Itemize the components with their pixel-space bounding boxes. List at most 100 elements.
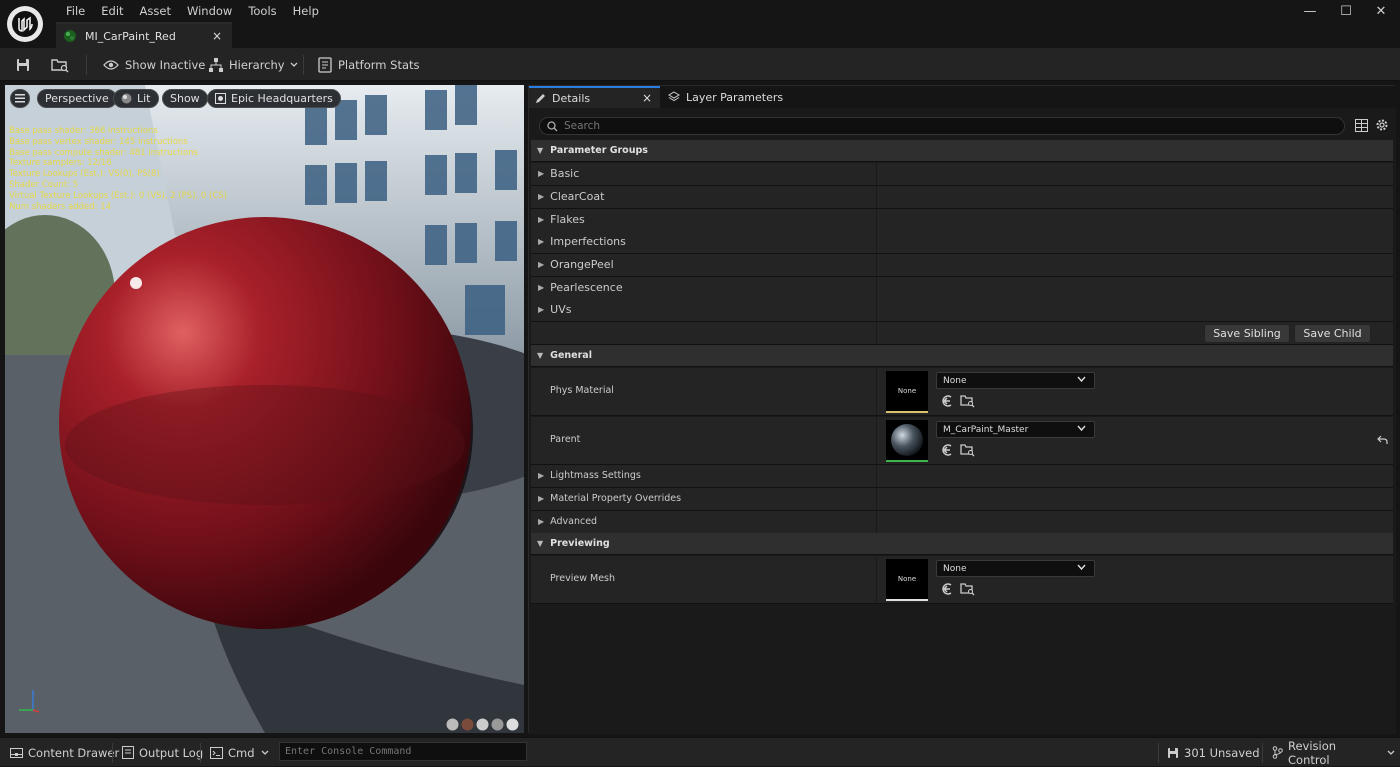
collapsed-triangle-icon: ▶: [538, 215, 545, 225]
general-header[interactable]: ▼ General: [531, 345, 1393, 367]
layers-icon: [668, 91, 680, 103]
browse-folder-icon[interactable]: [960, 443, 975, 460]
stats-line: Base pass compute shader: 481 instructio…: [9, 147, 199, 158]
menu-help[interactable]: Help: [285, 3, 327, 19]
save-child-button[interactable]: Save Child: [1294, 324, 1371, 343]
save-button[interactable]: [15, 48, 37, 81]
material-preview-viewport[interactable]: Perspective Lit Show Epic Headquarters B…: [5, 85, 524, 733]
group-label: Flakes: [550, 213, 585, 227]
previewing-header[interactable]: ▼ Previewing: [531, 533, 1393, 555]
material-property-overrides-label: Material Property Overrides: [550, 493, 682, 505]
toolbar-divider: [86, 55, 87, 75]
sphere-shape-icon[interactable]: [461, 718, 474, 733]
group-row-uvs[interactable]: ▶ UVs: [531, 299, 1393, 322]
menu-bar: File Edit Asset Window Tools Help: [58, 3, 327, 19]
content-drawer-button[interactable]: Content Drawer: [10, 738, 119, 767]
menu-tools[interactable]: Tools: [240, 3, 284, 19]
cylinder-shape-icon[interactable]: [446, 718, 459, 733]
asset-tab[interactable]: MI_CarPaint_Red ×: [56, 22, 232, 48]
reset-to-default-icon[interactable]: [1377, 435, 1388, 448]
search-input[interactable]: [564, 120, 1264, 132]
group-row-clearcoat[interactable]: ▶ ClearCoat: [531, 186, 1393, 209]
revision-control-button[interactable]: Revision Control: [1272, 738, 1400, 767]
asset-tab-label: MI_CarPaint_Red: [85, 29, 176, 43]
show-button[interactable]: Show: [162, 89, 208, 108]
use-selected-icon[interactable]: [940, 394, 954, 411]
teapot-shape-icon[interactable]: [506, 718, 519, 733]
asset-tab-close-icon[interactable]: ×: [212, 29, 222, 43]
cube-shape-icon[interactable]: [491, 718, 504, 733]
perspective-button[interactable]: Perspective: [37, 89, 117, 108]
advanced-row[interactable]: ▶ Advanced: [531, 511, 1393, 534]
preview-mesh-actions: [940, 582, 975, 599]
cmd-button[interactable]: Cmd: [210, 738, 274, 767]
settings-gear-icon[interactable]: [1375, 118, 1389, 132]
browse-folder-icon[interactable]: [960, 582, 975, 599]
column-divider: [876, 231, 877, 253]
viewport-options-button[interactable]: [10, 89, 30, 108]
parameter-groups-header[interactable]: ▼ Parameter Groups: [531, 140, 1393, 162]
menu-window[interactable]: Window: [179, 3, 240, 19]
menu-edit[interactable]: Edit: [93, 3, 131, 19]
unsaved-count-label: 301 Unsaved: [1184, 745, 1260, 760]
status-divider: [200, 743, 201, 763]
preview-mesh-dropdown[interactable]: None: [936, 560, 1095, 577]
use-selected-icon[interactable]: [940, 582, 954, 599]
content-drawer-label: Content Drawer: [28, 745, 120, 760]
platform-stats-button[interactable]: Platform Stats: [318, 48, 420, 81]
toolbar-divider: [303, 55, 304, 75]
group-row-orangepeel[interactable]: ▶ OrangePeel: [531, 254, 1393, 277]
material-property-overrides-row[interactable]: ▶ Material Property Overrides: [531, 488, 1393, 511]
browse-folder-icon[interactable]: [960, 394, 975, 411]
group-row-basic[interactable]: ▶ Basic: [531, 163, 1393, 186]
parent-value: M_CarPaint_Master: [943, 424, 1029, 435]
plane-shape-icon[interactable]: [476, 718, 489, 733]
shader-stats-overlay: Base pass shader: 366 instructions Base …: [9, 126, 227, 212]
menu-file[interactable]: File: [58, 3, 93, 19]
preview-shape-selector: [446, 718, 519, 733]
tab-details-close-icon[interactable]: ×: [642, 91, 652, 105]
unreal-logo-icon[interactable]: [7, 6, 43, 42]
details-search-box[interactable]: [539, 117, 1345, 135]
tab-details[interactable]: Details ×: [529, 86, 660, 108]
column-divider: [876, 556, 877, 603]
hierarchy-button[interactable]: Hierarchy: [209, 48, 304, 81]
maximize-button[interactable]: ☐: [1331, 2, 1361, 20]
column-divider: [876, 299, 877, 321]
phys-material-dropdown[interactable]: None: [936, 372, 1095, 389]
tab-layer-parameters-label: Layer Parameters: [686, 90, 784, 104]
minimize-button[interactable]: —: [1295, 2, 1325, 20]
column-divider: [876, 368, 877, 415]
console-command-input[interactable]: [279, 742, 527, 761]
output-log-button[interactable]: Output Log: [122, 738, 203, 767]
unsaved-assets-button[interactable]: 301 Unsaved: [1167, 738, 1260, 767]
save-buttons-row: Save Sibling Save Child: [531, 322, 1393, 345]
use-selected-icon[interactable]: [940, 443, 954, 460]
menu-asset[interactable]: Asset: [132, 3, 179, 19]
collapsed-triangle-icon: ▶: [538, 169, 545, 179]
environment-icon: [215, 93, 226, 104]
parameter-groups-label: Parameter Groups: [550, 145, 648, 156]
group-row-flakes[interactable]: ▶ Flakes: [531, 209, 1393, 232]
group-row-imperfections[interactable]: ▶ Imperfections: [531, 231, 1393, 254]
parent-material-thumbnail[interactable]: [886, 420, 928, 462]
close-window-button[interactable]: ✕: [1366, 2, 1396, 20]
expanded-triangle-icon: ▼: [537, 146, 544, 155]
previewing-label: Previewing: [550, 538, 610, 549]
tab-layer-parameters[interactable]: Layer Parameters: [668, 86, 783, 108]
lit-button[interactable]: Lit: [113, 89, 159, 108]
browse-asset-button[interactable]: [51, 48, 75, 81]
stats-line: Num shaders added: 14: [9, 201, 112, 212]
output-log-icon: [122, 746, 134, 759]
group-label: UVs: [550, 303, 572, 317]
group-label: Basic: [550, 167, 580, 181]
show-inactive-button[interactable]: Show Inactive: [103, 48, 205, 81]
group-row-pearlescence[interactable]: ▶ Pearlescence: [531, 277, 1393, 300]
phys-material-thumbnail[interactable]: None: [886, 371, 928, 413]
lightmass-settings-row[interactable]: ▶ Lightmass Settings: [531, 465, 1393, 488]
environment-button[interactable]: Epic Headquarters: [207, 89, 341, 108]
preview-mesh-thumbnail[interactable]: None: [886, 559, 928, 601]
save-sibling-button[interactable]: Save Sibling: [1204, 324, 1290, 343]
parent-dropdown[interactable]: M_CarPaint_Master: [936, 421, 1095, 438]
table-view-icon[interactable]: [1355, 119, 1368, 132]
